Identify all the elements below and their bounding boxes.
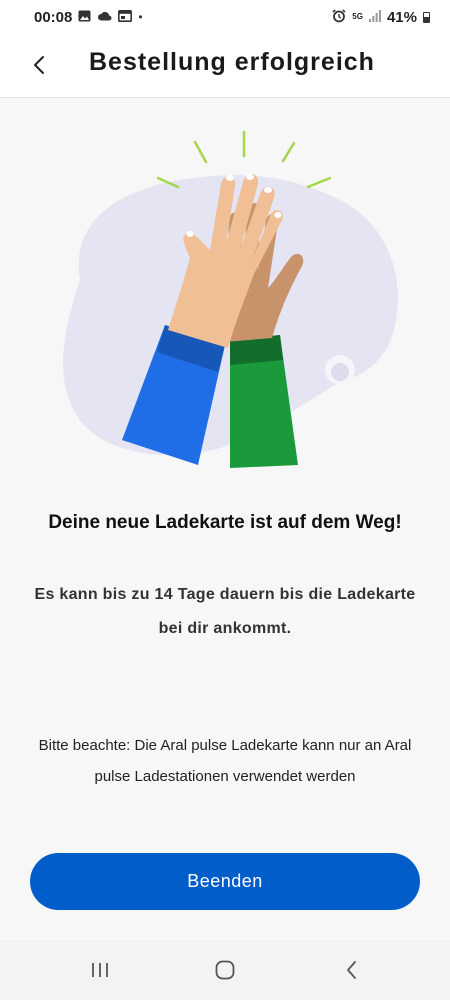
status-right: 5G 41% bbox=[332, 9, 430, 26]
cast-icon bbox=[118, 9, 133, 25]
status-left: 00:08 • bbox=[34, 9, 143, 26]
network-type: 5G bbox=[352, 12, 363, 21]
recents-button[interactable] bbox=[82, 954, 118, 986]
headline: Deine neue Ladekarte ist auf dem Weg! bbox=[48, 512, 402, 533]
small-circle-dark bbox=[331, 363, 349, 381]
chevron-left-icon bbox=[34, 56, 44, 74]
battery-percentage: 41% bbox=[386, 8, 417, 26]
finish-button[interactable]: Beenden bbox=[30, 853, 420, 910]
app-header: Bestellung erfolgreich bbox=[0, 34, 450, 98]
high-five-illustration bbox=[40, 120, 410, 480]
alarm-icon bbox=[332, 8, 346, 26]
signal-icon bbox=[368, 9, 381, 25]
back-button[interactable] bbox=[22, 48, 56, 82]
info-note: Bitte beachte: Die Aral pulse Ladekarte … bbox=[38, 737, 412, 785]
page-title: Bestellung erfolgreich bbox=[89, 48, 375, 76]
status-time: 00:08 bbox=[34, 8, 73, 26]
recents-icon bbox=[92, 963, 108, 977]
system-nav-bar bbox=[0, 940, 450, 1000]
dot-icon: • bbox=[138, 10, 143, 24]
home-button[interactable] bbox=[207, 954, 243, 986]
system-back-button[interactable] bbox=[334, 954, 370, 986]
cloud-icon bbox=[97, 10, 112, 24]
battery-icon bbox=[423, 11, 430, 23]
status-bar: 00:08 • 5G 41% bbox=[0, 0, 450, 34]
image-icon bbox=[78, 10, 91, 25]
home-icon bbox=[215, 960, 235, 980]
subline: Es kann bis zu 14 Tage dauern bis die La… bbox=[34, 586, 416, 637]
back-icon bbox=[347, 961, 356, 979]
